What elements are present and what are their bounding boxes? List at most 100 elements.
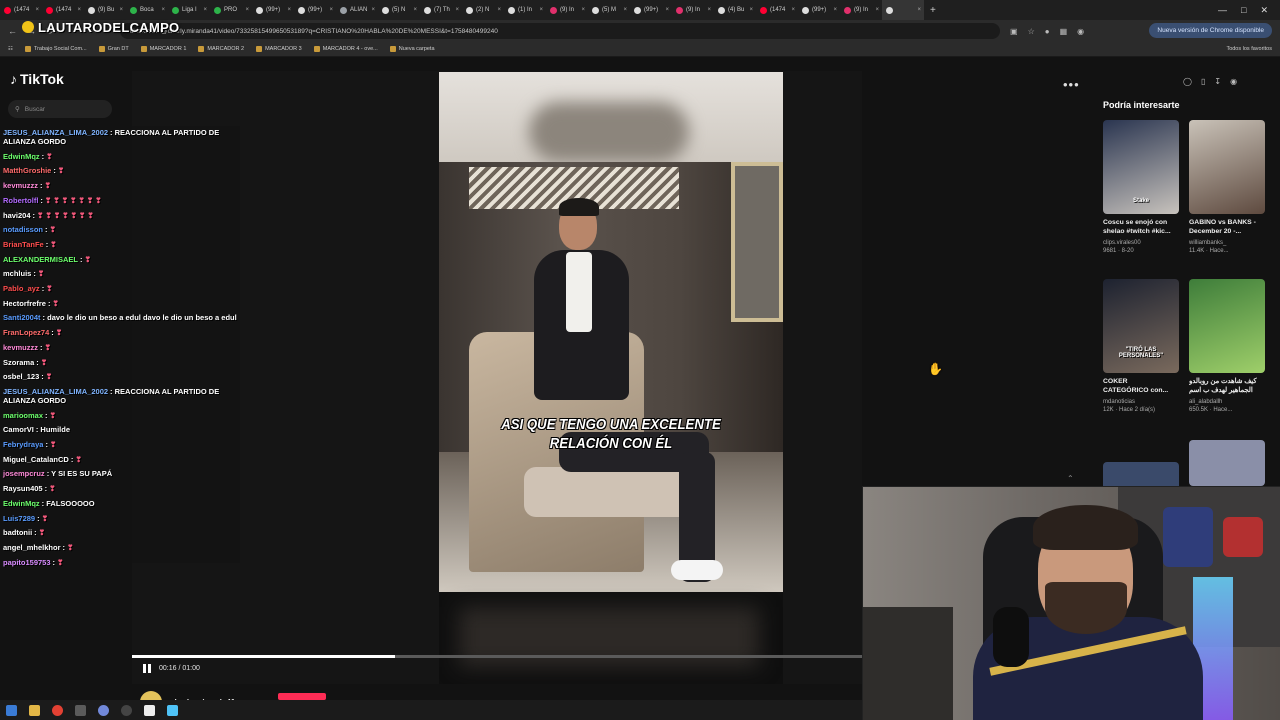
app-icon[interactable] (144, 704, 155, 716)
chat-username[interactable]: Szorama (3, 358, 34, 367)
tab-close-icon[interactable]: × (539, 7, 543, 13)
chat-username[interactable]: EdwinMqz (3, 499, 40, 508)
bookmark-item[interactable]: MARCADOR 4 - ove... (313, 46, 378, 52)
compass-icon[interactable]: ◯ (1183, 77, 1192, 86)
discord-icon[interactable] (98, 704, 109, 716)
chat-username[interactable]: Luis7289 (3, 514, 35, 523)
tab-close-icon[interactable]: × (119, 7, 123, 13)
browser-tab[interactable]: (1474 × (0, 0, 42, 20)
browser-tab[interactable]: (99+) × (294, 0, 336, 20)
chat-username[interactable]: mchluis (3, 269, 31, 278)
obs-icon[interactable] (121, 704, 132, 716)
chat-username[interactable]: marioomax (3, 411, 43, 420)
browser-tab[interactable]: (99+) × (798, 0, 840, 20)
tab-close-icon[interactable]: × (665, 7, 669, 13)
tab-close-icon[interactable]: × (581, 7, 585, 13)
browser-tab[interactable]: (99+) × (252, 0, 294, 20)
puzzle-icon[interactable]: ▦ (1060, 27, 1068, 36)
browser-tab[interactable]: (7) Th × (420, 0, 462, 20)
chat-username[interactable]: osbel_123 (3, 372, 39, 381)
bookmark-item[interactable]: MARCADOR 2 (198, 46, 244, 52)
recommendation-user[interactable]: williambanks_ (1189, 239, 1265, 247)
chat-username[interactable]: kevmuzzz (3, 343, 38, 352)
browser-tab[interactable]: Liga I × (168, 0, 210, 20)
tab-close-icon[interactable]: × (161, 7, 165, 13)
browser-tab[interactable]: (5) N × (378, 0, 420, 20)
browser-tab[interactable]: (4) Bu × (714, 0, 756, 20)
video-progress-bar[interactable] (132, 655, 862, 658)
chat-username[interactable]: Santi2004t (3, 313, 41, 322)
tab-close-icon[interactable]: × (623, 7, 627, 13)
tab-close-icon[interactable]: × (287, 7, 291, 13)
chat-username[interactable]: JESUS_ALIANZA_LIMA_2002 (3, 387, 108, 396)
tab-close-icon[interactable]: × (707, 7, 711, 13)
tab-close-icon[interactable]: × (77, 7, 81, 13)
bookmark-item[interactable]: Trabajo Social Com... (24, 46, 87, 52)
tab-close-icon[interactable]: × (497, 7, 501, 13)
chat-username[interactable]: JESUS_ALIANZA_LIMA_2002 (3, 128, 108, 137)
browser-tab[interactable]: ALIAN × (336, 0, 378, 20)
close-icon[interactable]: ✕ (1260, 5, 1268, 16)
extension-icon[interactable]: ● (1045, 27, 1050, 36)
browser-tab[interactable]: (9) In × (840, 0, 882, 20)
app-icon[interactable] (75, 704, 86, 716)
chat-username[interactable]: kevmuzzz (3, 181, 38, 190)
chat-username[interactable]: Robertolfl (3, 196, 38, 205)
profile-icon[interactable]: ◉ (1230, 77, 1237, 86)
browser-tab[interactable]: (9) In × (546, 0, 588, 20)
recommendation-thumbnail[interactable] (1189, 279, 1265, 373)
url-field[interactable]: tiktok.com/@charly.miranda41/video/73325… (120, 23, 1000, 39)
tab-close-icon[interactable]: × (329, 7, 333, 13)
browser-tab[interactable]: (9) In × (672, 0, 714, 20)
chat-username[interactable]: Miguel_CatalanCD (3, 455, 69, 464)
tab-close-icon[interactable]: × (833, 7, 837, 13)
bookmark-item[interactable]: MARCADOR 1 (140, 46, 186, 52)
chat-username[interactable]: ALEXANDERMISAEL (3, 255, 78, 264)
chat-username[interactable]: angel_mhelkhor (3, 543, 61, 552)
chat-username[interactable]: FranLopez74 (3, 328, 49, 337)
search-input[interactable]: ⚲ Buscar (8, 100, 112, 118)
chat-username[interactable]: josempcruz (3, 469, 45, 478)
browser-tab[interactable]: (2) N × (462, 0, 504, 20)
browser-tab[interactable]: (5) M × (588, 0, 630, 20)
recommendation-user[interactable]: ali_alabdallh (1189, 398, 1265, 406)
tiktok-logo[interactable]: ♪ TikTok (10, 71, 64, 87)
browser-tab[interactable]: × (882, 0, 924, 20)
more-options-icon[interactable]: ••• (1063, 77, 1080, 92)
recommendation-card[interactable]: Stake Coscu se enojó con shelao #twitch #k… (1103, 120, 1179, 255)
browser-tab[interactable]: (1) In × (504, 0, 546, 20)
chat-username[interactable]: EdwinMqz (3, 152, 40, 161)
chat-username[interactable]: badtonii (3, 528, 32, 537)
recommendation-card[interactable]: "TIRÓ LAS PERSONALES" COKER CATEGÓRICO con… (1103, 279, 1179, 414)
chat-username[interactable]: Pablo_ayz (3, 284, 40, 293)
tab-close-icon[interactable]: × (455, 7, 459, 13)
video-frame[interactable]: ASI QUE TENGO UNA EXCELENTE RELACIÓN CON… (439, 72, 783, 684)
browser-tab[interactable]: PRO × (210, 0, 252, 20)
chat-username[interactable]: papito159753 (3, 558, 51, 567)
tab-close-icon[interactable]: × (245, 7, 249, 13)
tab-close-icon[interactable]: × (875, 7, 879, 13)
back-icon[interactable]: ← (8, 26, 17, 37)
minimize-icon[interactable]: — (1218, 5, 1227, 15)
windows-start-icon[interactable] (6, 704, 17, 716)
bookmark-item[interactable]: Gran DT (98, 46, 129, 52)
recommendation-thumbnail[interactable]: "TIRÓ LAS PERSONALES" (1103, 279, 1179, 373)
recommendation-card[interactable]: كيف شاهدت من روبالدو الجماهير لهدف ب اسم a… (1189, 279, 1265, 414)
follow-button[interactable] (278, 693, 326, 700)
cast-icon[interactable]: ▣ (1010, 27, 1018, 36)
chat-username[interactable]: BrianTanFe (3, 240, 44, 249)
chrome-update-button[interactable]: Nueva versión de Chrome disponible (1149, 23, 1272, 38)
tab-close-icon[interactable]: × (917, 7, 921, 13)
recommendation-thumbnail[interactable]: Stake (1103, 120, 1179, 214)
chevron-up-icon[interactable]: ⌃ (1067, 474, 1074, 483)
app-icon[interactable] (167, 704, 178, 716)
recommendation-thumbnail[interactable] (1189, 440, 1265, 486)
new-tab-button[interactable]: + (924, 5, 942, 16)
bookmark-item[interactable]: Nueva carpeta (389, 46, 435, 52)
apps-icon[interactable]: ☷ (8, 46, 13, 52)
recommendation-card[interactable]: GABINO vs BANKS - December 20 -... william… (1189, 120, 1265, 255)
browser-tab[interactable]: (9) Bu × (84, 0, 126, 20)
recommendation-user[interactable]: clips.virales00 (1103, 239, 1179, 247)
chat-username[interactable]: Hectorfrefre (3, 299, 46, 308)
chat-username[interactable]: Febrydraya (3, 440, 43, 449)
